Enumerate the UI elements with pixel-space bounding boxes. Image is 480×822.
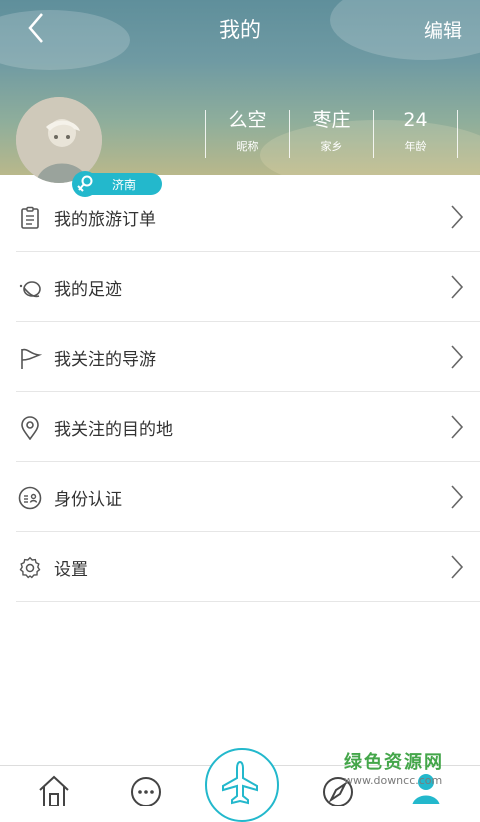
order-list-icon	[21, 206, 39, 229]
chevron-right-icon	[451, 205, 464, 229]
badge-icon-wrap	[72, 171, 98, 197]
menu-item-label: 我的旅游订单	[54, 210, 156, 230]
edit-button[interactable]: 编辑	[424, 16, 462, 43]
stat-value: 枣庄	[312, 109, 351, 131]
home-icon[interactable]	[36, 774, 72, 806]
stat-nickname: 么空 昵称	[205, 109, 289, 158]
watermark-url: www.downcc.com	[344, 774, 443, 787]
menu-item-footprints[interactable]: 我的足迹	[16, 252, 480, 322]
menu-item-followed-destinations[interactable]: 我关注的目的地	[16, 392, 480, 462]
menu-item-label: 设置	[54, 560, 88, 580]
menu-item-identity[interactable]: 身份认证	[16, 462, 480, 532]
chevron-right-icon	[451, 485, 464, 509]
gear-icon	[19, 556, 41, 579]
airplane-icon	[222, 760, 258, 805]
location-label: 济南	[112, 178, 137, 192]
female-icon	[77, 175, 93, 192]
menu-item-settings[interactable]: 设置	[16, 532, 480, 602]
menu-item-label: 我关注的目的地	[54, 420, 173, 440]
chevron-right-icon	[451, 345, 464, 369]
id-card-icon	[18, 486, 42, 510]
center-fly-button[interactable]	[205, 748, 279, 822]
stat-label: 年龄	[404, 140, 427, 153]
footprint-icon	[19, 281, 41, 298]
chevron-right-icon	[451, 555, 464, 579]
menu-item-followed-guides[interactable]: 我关注的导游	[16, 322, 480, 392]
stat-label: 昵称	[236, 140, 259, 153]
location-pin-icon	[21, 416, 39, 440]
chat-icon[interactable]	[128, 774, 164, 806]
stat-hometown: 枣庄 家乡	[289, 109, 373, 158]
stat-value: 24	[403, 109, 428, 131]
watermark-title: 绿色资源网	[344, 752, 444, 773]
divider	[16, 601, 480, 602]
watermark: 绿色资源网 www.downcc.com	[344, 748, 464, 788]
menu-item-label: 身份认证	[54, 490, 122, 510]
chevron-right-icon	[451, 275, 464, 299]
menu-item-label: 我的足迹	[54, 280, 122, 300]
chevron-right-icon	[451, 415, 464, 439]
stat-value: 么空	[228, 109, 267, 131]
location-badge[interactable]: 济南	[72, 171, 162, 197]
profile-stats: 么空 昵称 枣庄 家乡 24 年龄	[205, 109, 458, 158]
menu-item-label: 我关注的导游	[54, 350, 156, 370]
stat-label: 家乡	[320, 140, 343, 153]
flag-icon	[21, 348, 42, 369]
page-title: 我的	[219, 18, 261, 42]
stat-age: 24 年龄	[373, 109, 458, 158]
